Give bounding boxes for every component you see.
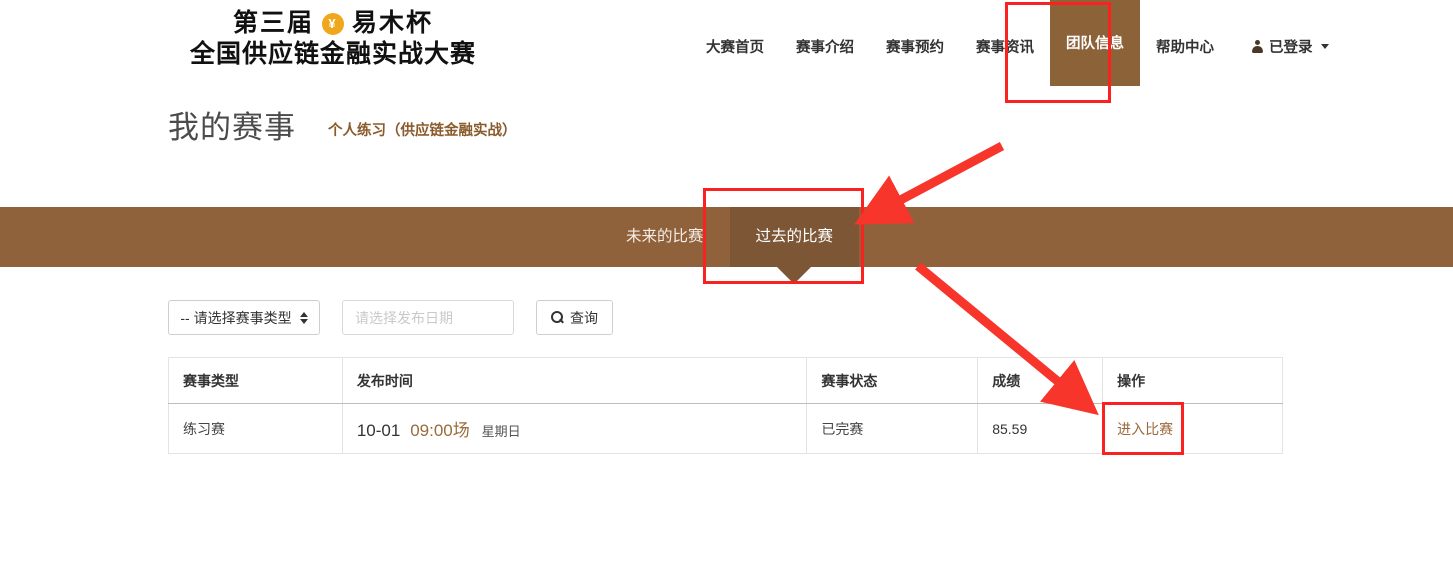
spinner-updown-icon: [299, 311, 308, 324]
table-head: 赛事类型 发布时间 赛事状态 成绩 操作: [168, 357, 1283, 404]
cell-score: 85.59: [977, 403, 1104, 454]
column-header-time: 发布时间: [341, 357, 808, 404]
tab-past-matches[interactable]: 过去的比赛: [729, 207, 860, 284]
person-icon: [1252, 40, 1263, 53]
column-header-action: 操作: [1102, 357, 1283, 404]
enter-match-link[interactable]: 进入比赛: [1117, 421, 1173, 437]
table-body: 练习赛 10-01 09:00场 星期日 已完赛 85.59 进入比赛: [168, 403, 1283, 454]
publish-slot-text: 09:00场: [410, 421, 470, 440]
table-row: 练习赛 10-01 09:00场 星期日 已完赛 85.59 进入比赛: [168, 403, 1283, 454]
table-header-row: 赛事类型 发布时间 赛事状态 成绩 操作: [168, 357, 1283, 404]
publish-date-placeholder: 请选择发布日期: [355, 309, 453, 326]
publish-weekday-text: 星期日: [481, 424, 521, 439]
cell-match-state: 已完赛: [806, 403, 979, 454]
column-header-state: 赛事状态: [806, 357, 979, 404]
coin-yen-icon: ¥: [322, 12, 344, 35]
page-title: 我的赛事: [168, 110, 296, 145]
nav-item-booking[interactable]: 赛事预约: [870, 0, 960, 92]
logo-line-1: 第三届 ¥ 易木杯: [168, 8, 498, 39]
tab-bar: 未来的比赛 过去的比赛: [0, 207, 1453, 284]
page-subtitle: 个人练习（供应链金融实战）: [328, 123, 517, 139]
matches-table-wrapper: 赛事类型 发布时间 赛事状态 成绩 操作 练习赛 10-01 09:00场 星期…: [168, 357, 1283, 454]
logo-suffix-text: 易木杯: [352, 9, 434, 37]
tab-list: 未来的比赛 过去的比赛: [600, 207, 860, 284]
site-logo[interactable]: 第三届 ¥ 易木杯 全国供应链金融实战大赛: [168, 8, 498, 71]
column-header-type: 赛事类型: [168, 357, 343, 404]
match-type-select-value: -- 请选择赛事类型: [180, 309, 292, 326]
nav-item-home[interactable]: 大赛首页: [690, 0, 780, 92]
main-navigation: 大赛首页 赛事介绍 赛事预约 赛事资讯 团队信息 帮助中心 已登录: [690, 0, 1339, 92]
publish-date-text: 10-01: [356, 421, 401, 440]
tab-future-matches[interactable]: 未来的比赛: [600, 207, 730, 267]
filter-toolbar: -- 请选择赛事类型 请选择发布日期 查询: [168, 300, 613, 335]
user-menu-label: 已登录: [1269, 40, 1313, 56]
nav-item-intro[interactable]: 赛事介绍: [780, 0, 870, 92]
cell-match-type: 练习赛: [168, 403, 343, 454]
user-menu[interactable]: 已登录: [1230, 0, 1339, 57]
search-button[interactable]: 查询: [536, 300, 613, 335]
cell-publish-time: 10-01 09:00场 星期日: [341, 403, 808, 454]
cell-action: 进入比赛: [1102, 403, 1283, 454]
score-value: 85.59: [992, 420, 1028, 437]
search-button-label: 查询: [570, 309, 598, 326]
column-header-score: 成绩: [977, 357, 1104, 404]
publish-date-input[interactable]: 请选择发布日期: [342, 300, 514, 335]
nav-item-help-center[interactable]: 帮助中心: [1140, 0, 1230, 92]
match-type-select[interactable]: -- 请选择赛事类型: [168, 300, 320, 335]
site-header: 第三届 ¥ 易木杯 全国供应链金融实战大赛 大赛首页 赛事介绍 赛事预约 赛事资…: [0, 0, 1453, 92]
search-icon: [551, 311, 564, 324]
chevron-down-icon: [1320, 44, 1329, 49]
page-heading: 我的赛事 个人练习（供应链金融实战）: [168, 112, 517, 143]
logo-line-2: 全国供应链金融实战大赛: [189, 40, 476, 69]
logo-prefix-text: 第三届: [232, 9, 314, 37]
nav-item-team-info[interactable]: 团队信息: [1050, 0, 1140, 86]
nav-item-news[interactable]: 赛事资讯: [960, 0, 1050, 92]
matches-table: 赛事类型 发布时间 赛事状态 成绩 操作 练习赛 10-01 09:00场 星期…: [168, 357, 1283, 454]
